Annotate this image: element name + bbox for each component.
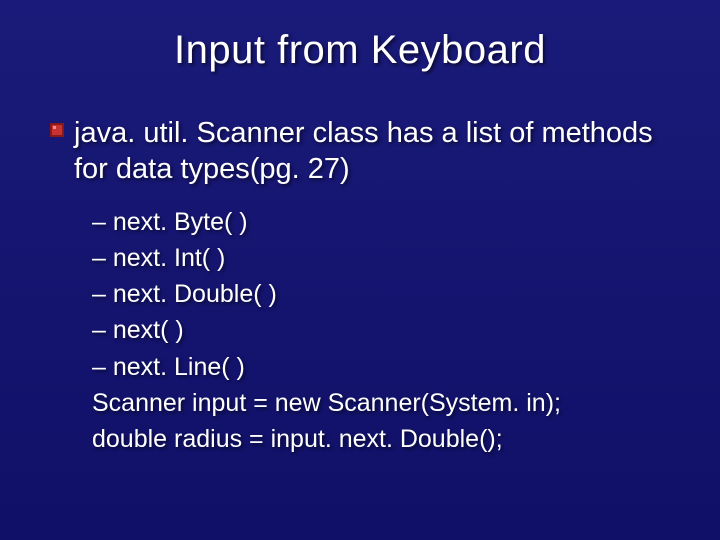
sub-item: Scanner input = new Scanner(System. in); [92,385,670,421]
sub-item: – next. Int( ) [92,240,670,276]
sub-item: – next. Double( ) [92,276,670,312]
main-bullet-row: java. util. Scanner class has a list of … [50,115,670,188]
sub-item: – next( ) [92,312,670,348]
square-bullet-icon [50,123,64,137]
sub-item: – next. Line( ) [92,349,670,385]
slide-title: Input from Keyboard [50,28,670,73]
sub-list: – next. Byte( ) – next. Int( ) – next. D… [92,204,670,458]
slide: Input from Keyboard java. util. Scanner … [0,0,720,540]
sub-item: double radius = input. next. Double(); [92,421,670,457]
sub-item: – next. Byte( ) [92,204,670,240]
main-bullet-text: java. util. Scanner class has a list of … [74,115,670,188]
